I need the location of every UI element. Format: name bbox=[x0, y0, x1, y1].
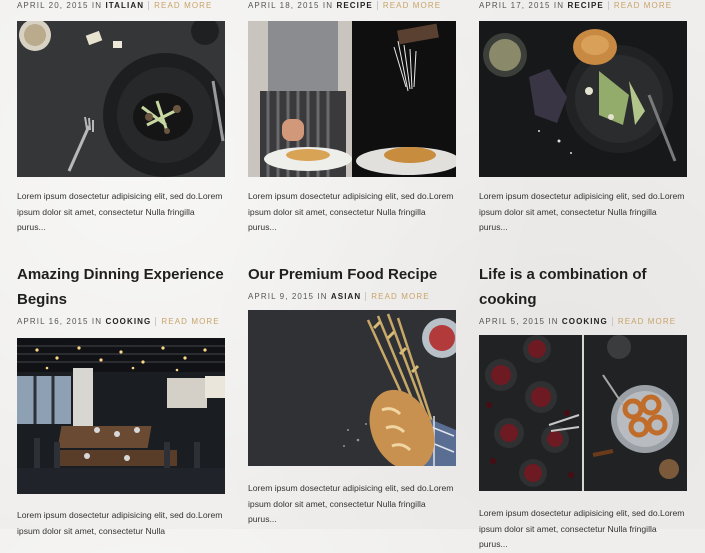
post-card: APRIL 17, 2015 IN RECIPE READ MORE Lorem … bbox=[479, 0, 687, 236]
divider bbox=[148, 1, 150, 11]
read-more-link[interactable]: READ MORE bbox=[161, 317, 219, 326]
post-category-link[interactable]: ITALIAN bbox=[105, 1, 144, 10]
post-card: Life is a combination of cooking APRIL 5… bbox=[479, 262, 687, 553]
post-excerpt: Lorem ipsum dosectetur adipisicing elit,… bbox=[17, 191, 223, 232]
post-title-link[interactable]: Amazing Dinning Experience Begins bbox=[17, 262, 225, 312]
post-category-link[interactable]: RECIPE bbox=[336, 1, 372, 10]
post-date: APRIL 9, 2015 bbox=[248, 292, 315, 301]
post-image-desserts[interactable] bbox=[479, 335, 687, 491]
post-title-link[interactable]: Our Premium Food Recipe bbox=[248, 262, 456, 287]
post-date: APRIL 5, 2015 bbox=[479, 317, 546, 326]
post-excerpt: Lorem ipsum dosectetur adipisicing elit,… bbox=[479, 508, 685, 549]
read-more-link[interactable]: READ MORE bbox=[618, 317, 676, 326]
post-date: APRIL 20, 2015 bbox=[17, 1, 89, 10]
post-date: APRIL 16, 2015 bbox=[17, 317, 89, 326]
post-image-pasta[interactable] bbox=[17, 21, 225, 177]
post-meta: APRIL 18, 2015 IN RECIPE READ MORE bbox=[248, 1, 442, 11]
post-meta: APRIL 16, 2015 IN COOKING READ MORE bbox=[17, 317, 220, 327]
post-excerpt: Lorem ipsum dosectetur adipisicing elit,… bbox=[479, 191, 685, 232]
divider bbox=[365, 292, 367, 302]
post-image-chef[interactable] bbox=[248, 21, 456, 177]
post-card: APRIL 20, 2015 IN ITALIAN READ MORE Lorem… bbox=[17, 0, 225, 236]
divider bbox=[376, 1, 378, 11]
post-image-bread[interactable] bbox=[248, 310, 456, 466]
divider bbox=[155, 317, 157, 327]
post-category-link[interactable]: ASIAN bbox=[331, 292, 361, 301]
post-category-link[interactable]: COOKING bbox=[562, 317, 608, 326]
post-meta: APRIL 20, 2015 IN ITALIAN READ MORE bbox=[17, 1, 213, 11]
post-image-restaurant[interactable] bbox=[17, 338, 225, 494]
post-excerpt: Lorem ipsum dosectetur adipisicing elit,… bbox=[248, 191, 454, 232]
read-more-link[interactable]: READ MORE bbox=[383, 1, 441, 10]
read-more-link[interactable]: READ MORE bbox=[371, 292, 429, 301]
read-more-link[interactable]: READ MORE bbox=[154, 1, 212, 10]
post-excerpt: Lorem ipsum dosectetur adipisicing elit,… bbox=[17, 510, 223, 536]
post-meta: APRIL 9, 2015 IN ASIAN READ MORE bbox=[248, 292, 430, 302]
post-card: Amazing Dinning Experience Begins APRIL … bbox=[17, 262, 225, 539]
post-image-plate[interactable] bbox=[479, 21, 687, 177]
post-title-link[interactable]: Life is a combination of cooking bbox=[479, 262, 687, 312]
post-meta: APRIL 17, 2015 IN RECIPE READ MORE bbox=[479, 1, 673, 11]
divider bbox=[611, 317, 613, 327]
post-meta: APRIL 5, 2015 IN COOKING READ MORE bbox=[479, 317, 677, 327]
post-card: APRIL 18, 2015 IN RECIPE READ MORE Lorem … bbox=[248, 0, 456, 236]
post-date: APRIL 18, 2015 bbox=[248, 1, 320, 10]
read-more-link[interactable]: READ MORE bbox=[614, 1, 672, 10]
divider bbox=[607, 1, 609, 11]
post-card: Our Premium Food Recipe APRIL 9, 2015 IN… bbox=[248, 262, 456, 528]
post-category-link[interactable]: COOKING bbox=[105, 317, 151, 326]
post-category-link[interactable]: RECIPE bbox=[567, 1, 603, 10]
post-date: APRIL 17, 2015 bbox=[479, 1, 551, 10]
post-excerpt: Lorem ipsum dosectetur adipisicing elit,… bbox=[248, 483, 454, 524]
